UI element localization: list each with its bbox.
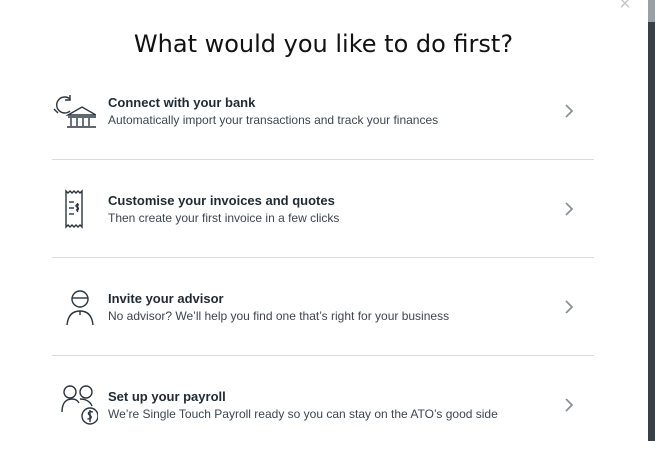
option-customise-invoices[interactable]: Customise your invoices and quotes Then …: [52, 160, 594, 258]
option-title: Invite your advisor: [108, 290, 224, 306]
chevron-right-icon: [565, 103, 574, 118]
close-icon: ×: [619, 0, 631, 15]
option-connect-bank[interactable]: Connect with your bank Automatically imp…: [52, 62, 594, 160]
chevron-right-icon: [565, 299, 574, 314]
chevron-right-icon: [565, 201, 574, 216]
option-title: Connect with your bank: [108, 94, 256, 110]
window-edge: [648, 0, 655, 441]
option-invite-advisor[interactable]: Invite your advisor No advisor? We’ll he…: [52, 258, 594, 356]
option-description: No advisor? We’ll help you find one that…: [108, 308, 450, 323]
chevron-right-icon: [565, 397, 574, 412]
option-title: Customise your invoices and quotes: [108, 192, 335, 208]
option-setup-payroll[interactable]: Set up your payroll We’re Single Touch P…: [52, 356, 594, 453]
option-description: Then create your first invoice in a few …: [108, 210, 340, 225]
advisor-icon: [52, 284, 104, 330]
option-description: Automatically import your transactions a…: [108, 112, 439, 127]
dialog-title: What would you like to do first?: [133, 30, 514, 58]
option-title: Set up your payroll: [108, 388, 226, 404]
window-edge-top: [648, 0, 655, 22]
option-description: We’re Single Touch Payroll ready so you …: [108, 406, 498, 421]
invoice-icon: [52, 186, 104, 232]
options-list: Connect with your bank Automatically imp…: [52, 62, 594, 453]
bank-sync-icon: [52, 88, 104, 134]
close-button[interactable]: ×: [615, 0, 635, 14]
payroll-icon: [52, 382, 104, 428]
